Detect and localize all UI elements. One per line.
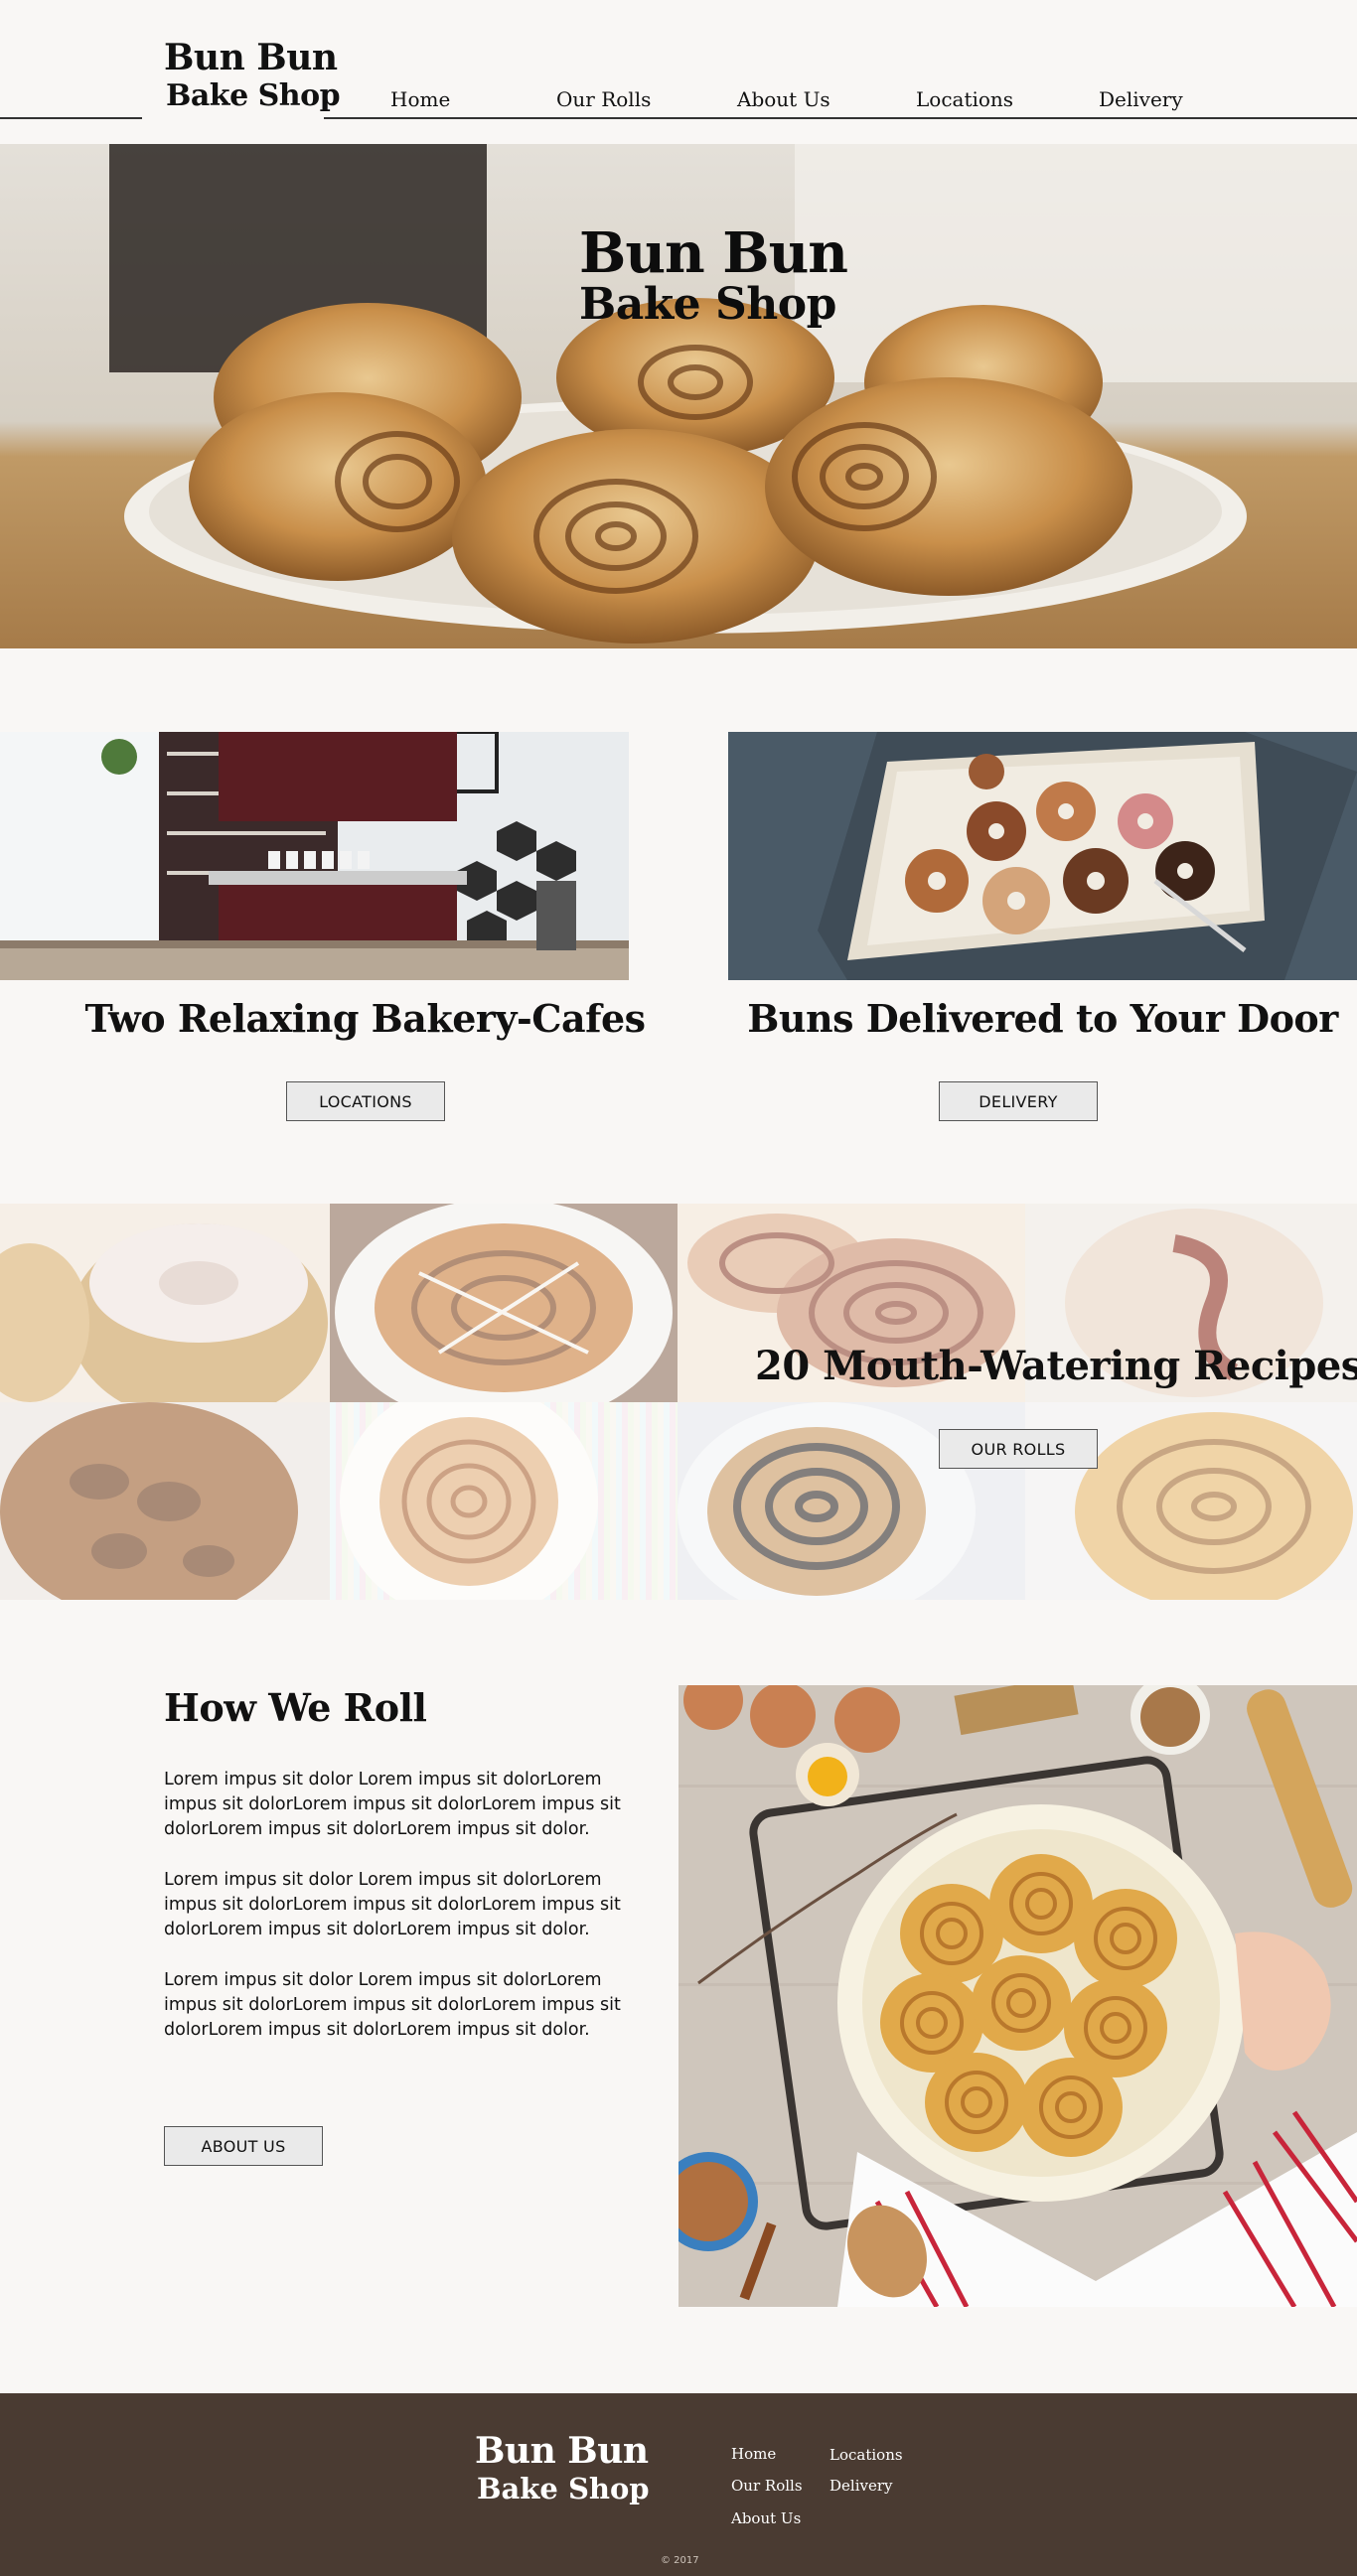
site-header: Bun Bun Bake Shop Home Our Rolls About U… (0, 0, 1357, 144)
hero-title-line-1: Bun Bun (579, 220, 848, 286)
about-heading: How We Roll (164, 1685, 427, 1730)
about-paragraph-2: Lorem impus sit dolor Lorem impus sit do… (164, 1870, 621, 1939)
donut-box-image (728, 732, 1357, 980)
baking-dish-image (678, 1685, 1357, 2307)
hero-title: Bun Bun Bake Shop (579, 220, 848, 330)
recipes-photo-grid (0, 1204, 1357, 1600)
header-rule-left (0, 117, 142, 119)
footer-link-locations[interactable]: Locations (829, 2446, 903, 2464)
locations-button[interactable]: LOCATIONS (286, 1081, 445, 1121)
copyright-text: © 2017 (661, 2555, 699, 2566)
hero-title-line-2: Bake Shop (579, 279, 836, 330)
delivery-heading: Buns Delivered to Your Door (747, 996, 1338, 1041)
nav-delivery[interactable]: Delivery (1099, 87, 1183, 111)
header-rule-right (324, 117, 1357, 119)
recipes-heading: 20 Mouth-Watering Recipes (755, 1343, 1357, 1389)
delivery-button[interactable]: DELIVERY (939, 1081, 1098, 1121)
footer-link-delivery[interactable]: Delivery (829, 2477, 893, 2495)
cafes-heading: Two Relaxing Bakery-Cafes (84, 996, 646, 1041)
logo-line-1: Bun Bun (164, 37, 338, 78)
about-paragraph-3: Lorem impus sit dolor Lorem impus sit do… (164, 1970, 621, 2040)
header-logo[interactable]: Bun Bun Bake Shop (164, 37, 341, 113)
nav-our-rolls[interactable]: Our Rolls (556, 87, 651, 111)
about-paragraph-1: Lorem impus sit dolor Lorem impus sit do… (164, 1770, 621, 1839)
nav-home[interactable]: Home (390, 87, 450, 111)
recipes-grid-overlay (0, 1204, 1357, 1600)
nav-about-us[interactable]: About Us (737, 87, 830, 111)
hero-banner: Bun Bun Bake Shop (0, 144, 1357, 648)
footer-logo[interactable]: Bun Bun Bake Shop (475, 2433, 650, 2504)
logo-line-2: Bake Shop (166, 78, 341, 113)
our-rolls-button[interactable]: OUR ROLLS (939, 1429, 1098, 1469)
footer-logo-line-1: Bun Bun (475, 2430, 649, 2472)
cafe-interior-image (0, 732, 629, 980)
footer-logo-line-2: Bake Shop (477, 2472, 650, 2505)
about-us-button[interactable]: ABOUT US (164, 2126, 323, 2166)
site-footer: Bun Bun Bake Shop Home Our Rolls About U… (0, 2393, 1357, 2576)
nav-locations[interactable]: Locations (916, 87, 1013, 111)
footer-link-our-rolls[interactable]: Our Rolls (731, 2477, 803, 2495)
footer-link-about-us[interactable]: About Us (731, 2509, 801, 2527)
footer-link-home[interactable]: Home (731, 2445, 776, 2463)
